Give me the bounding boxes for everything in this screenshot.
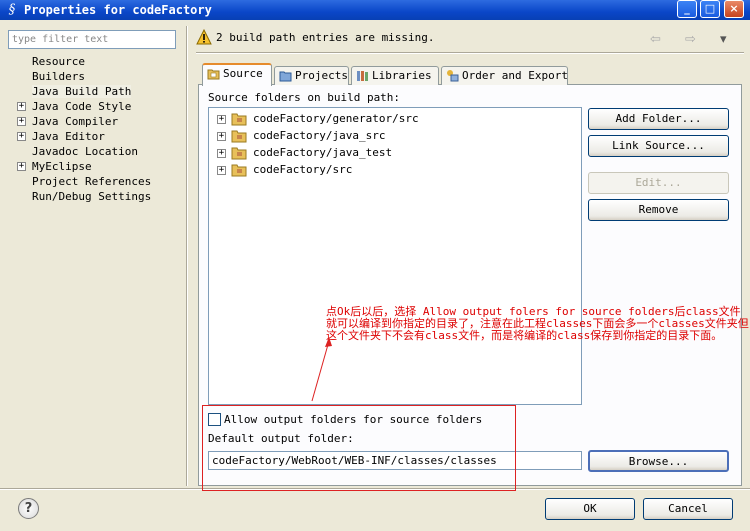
tab-source-label: Source bbox=[223, 67, 263, 80]
cancel-button[interactable]: Cancel bbox=[643, 498, 733, 520]
package-folder-icon bbox=[231, 113, 247, 126]
back-arrow-icon[interactable]: ⇦ bbox=[650, 32, 661, 47]
package-folder-icon bbox=[231, 147, 247, 160]
expand-icon[interactable]: + bbox=[17, 117, 26, 126]
sidebar-item[interactable]: + Java Editor bbox=[17, 129, 182, 144]
expand-icon[interactable]: + bbox=[17, 162, 26, 171]
projects-folder-icon bbox=[279, 71, 292, 82]
warning-message: 2 build path entries are missing. bbox=[216, 31, 435, 44]
expand-icon[interactable]: + bbox=[217, 115, 226, 124]
sidebar-item-label: Java Compiler bbox=[32, 115, 119, 128]
ok-button[interactable]: OK bbox=[545, 498, 635, 520]
sidebar-item-label: MyEclipse bbox=[32, 160, 92, 173]
expand-icon[interactable]: + bbox=[17, 132, 26, 141]
order-export-icon bbox=[447, 70, 459, 82]
pane-divider[interactable] bbox=[186, 26, 188, 486]
add-folder-button[interactable]: Add Folder... bbox=[588, 108, 729, 130]
expand-icon[interactable]: + bbox=[17, 102, 26, 111]
sidebar-item[interactable]: Javadoc Location bbox=[32, 144, 182, 159]
help-icon[interactable]: ? bbox=[18, 498, 39, 519]
forward-arrow-icon[interactable]: ⇨ bbox=[685, 32, 696, 47]
sidebar-item[interactable]: Run/Debug Settings bbox=[32, 189, 182, 204]
expand-icon[interactable]: + bbox=[217, 166, 226, 175]
source-folder-label: codeFactory/generator/src bbox=[253, 112, 419, 125]
source-folders-label: Source folders on build path: bbox=[208, 91, 401, 104]
edit-button[interactable]: Edit... bbox=[588, 172, 729, 194]
sidebar-item[interactable]: Project References bbox=[32, 174, 182, 189]
filter-input[interactable]: type filter text bbox=[8, 30, 176, 49]
warning-icon bbox=[196, 29, 212, 45]
libraries-icon bbox=[357, 71, 368, 81]
preference-tree: Resource Builders Java Build Path + Java Cod… bbox=[17, 54, 182, 204]
maximize-button[interactable]: □ bbox=[700, 0, 720, 18]
sidebar-item-label: Run/Debug Settings bbox=[32, 190, 152, 203]
sidebar-item-label: Java Code Style bbox=[32, 100, 132, 113]
sidebar-item-label: Java Build Path bbox=[32, 85, 132, 98]
tab-projects[interactable]: Projects bbox=[274, 66, 349, 85]
sidebar-item[interactable]: + Java Code Style bbox=[17, 99, 182, 114]
sidebar-item-label: Project References bbox=[32, 175, 152, 188]
sidebar-item[interactable]: + Java Compiler bbox=[17, 114, 182, 129]
sidebar-item-label: Builders bbox=[32, 70, 85, 83]
annotation-arrow bbox=[311, 337, 332, 402]
sidebar-item-label: Resource bbox=[32, 55, 85, 68]
browse-button[interactable]: Browse... bbox=[588, 450, 729, 472]
annotation-highlight-box bbox=[202, 405, 516, 491]
tab-order-export[interactable]: Order and Export bbox=[441, 66, 568, 85]
eclipse-properties-icon: § bbox=[8, 2, 16, 17]
tab-order-export-label: Order and Export bbox=[462, 69, 568, 82]
sidebar-item-label: Javadoc Location bbox=[32, 145, 138, 158]
source-folder-label: codeFactory/java_test bbox=[253, 146, 393, 159]
package-folder-icon bbox=[231, 130, 247, 143]
sidebar-item[interactable]: + MyEclipse bbox=[17, 159, 182, 174]
tab-libraries[interactable]: Libraries bbox=[351, 66, 439, 85]
source-folder-icon bbox=[207, 69, 220, 80]
header-separator bbox=[196, 52, 744, 54]
sidebar-item[interactable]: Builders bbox=[32, 69, 182, 84]
link-source-button[interactable]: Link Source... bbox=[588, 135, 729, 157]
view-menu-icon[interactable]: ▾ bbox=[720, 32, 727, 47]
sidebar-item-label: Java Editor bbox=[32, 130, 105, 143]
tab-projects-label: Projects bbox=[295, 69, 348, 82]
minimize-button[interactable]: _ bbox=[677, 0, 697, 18]
source-folders-tree[interactable]: + codeFactory/generator/src + codeFactory/j… bbox=[208, 107, 582, 405]
sidebar-item[interactable]: Java Build Path bbox=[32, 84, 182, 99]
annotation-note: 点Ok后以后，选择 Allow output folers for source… bbox=[326, 305, 749, 342]
close-button[interactable]: × bbox=[724, 0, 744, 18]
expand-icon[interactable]: + bbox=[217, 149, 226, 158]
sidebar-item[interactable]: Resource bbox=[32, 54, 182, 69]
tab-source[interactable]: Source bbox=[202, 63, 272, 86]
source-folder-label: codeFactory/java_src bbox=[253, 129, 386, 142]
source-folder-label: codeFactory/src bbox=[253, 163, 353, 176]
package-folder-icon bbox=[231, 164, 247, 177]
window-title: Properties for codeFactory bbox=[24, 3, 212, 17]
tab-libraries-label: Libraries bbox=[372, 69, 432, 82]
expand-icon[interactable]: + bbox=[217, 132, 226, 141]
remove-button[interactable]: Remove bbox=[588, 199, 729, 221]
